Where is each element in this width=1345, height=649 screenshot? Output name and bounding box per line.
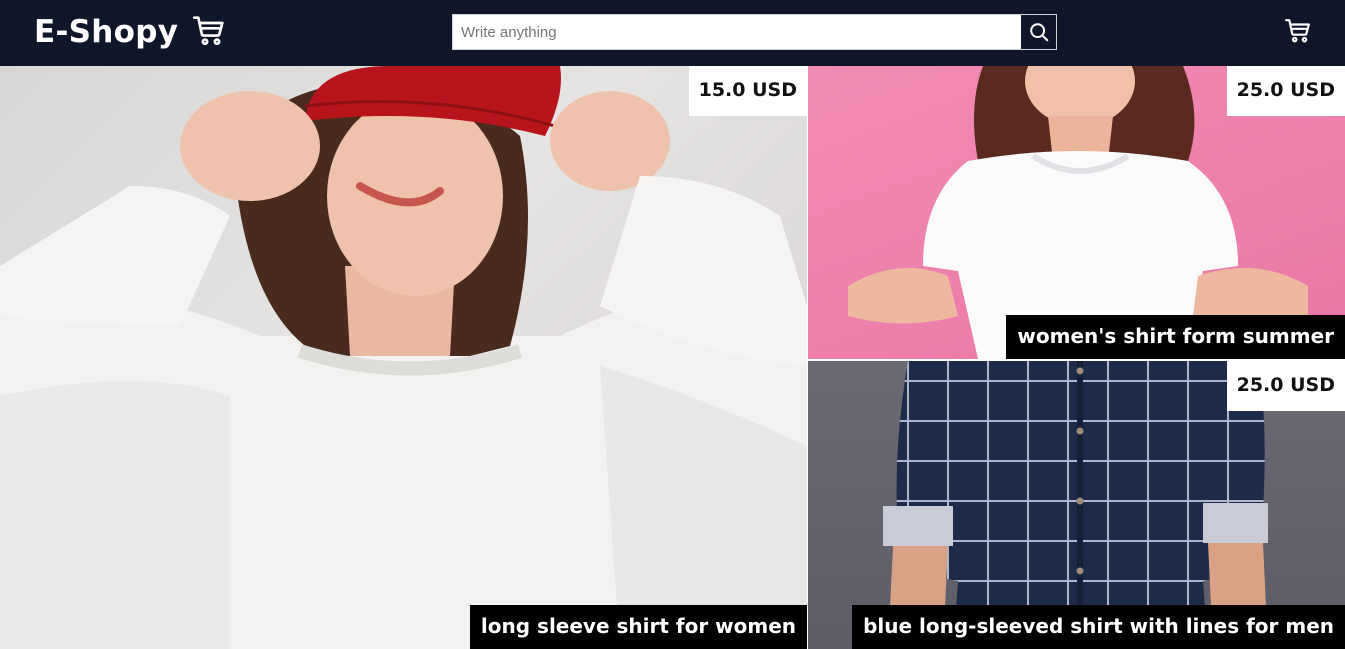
product-price: 15.0 USD	[688, 66, 807, 116]
cart-button[interactable]	[1285, 18, 1311, 48]
logo-cart-icon	[193, 15, 225, 51]
product-price: 25.0 USD	[1226, 66, 1345, 116]
brand-logo[interactable]: E-Shopy	[34, 12, 225, 52]
product-name: women's shirt form summer	[1006, 315, 1345, 359]
cart-icon	[1285, 19, 1310, 43]
product-card[interactable]: 25.0 USD blue long-sleeved shirt with li…	[808, 361, 1345, 649]
product-price: 25.0 USD	[1226, 361, 1345, 411]
top-navbar: E-Shopy	[0, 0, 1345, 66]
search-button[interactable]	[1021, 15, 1056, 49]
product-card[interactable]: 25.0 USD women's shirt form summer	[808, 66, 1345, 359]
search-bar	[452, 14, 1057, 50]
product-card[interactable]: 15.0 USD long sleeve shirt for women	[0, 66, 807, 649]
product-name: long sleeve shirt for women	[469, 605, 807, 649]
search-input[interactable]	[453, 15, 1021, 49]
product-name: blue long-sleeved shirt with lines for m…	[852, 605, 1345, 649]
brand-name: E-Shopy	[34, 14, 179, 50]
product-image	[0, 66, 807, 649]
search-icon	[1029, 23, 1048, 42]
